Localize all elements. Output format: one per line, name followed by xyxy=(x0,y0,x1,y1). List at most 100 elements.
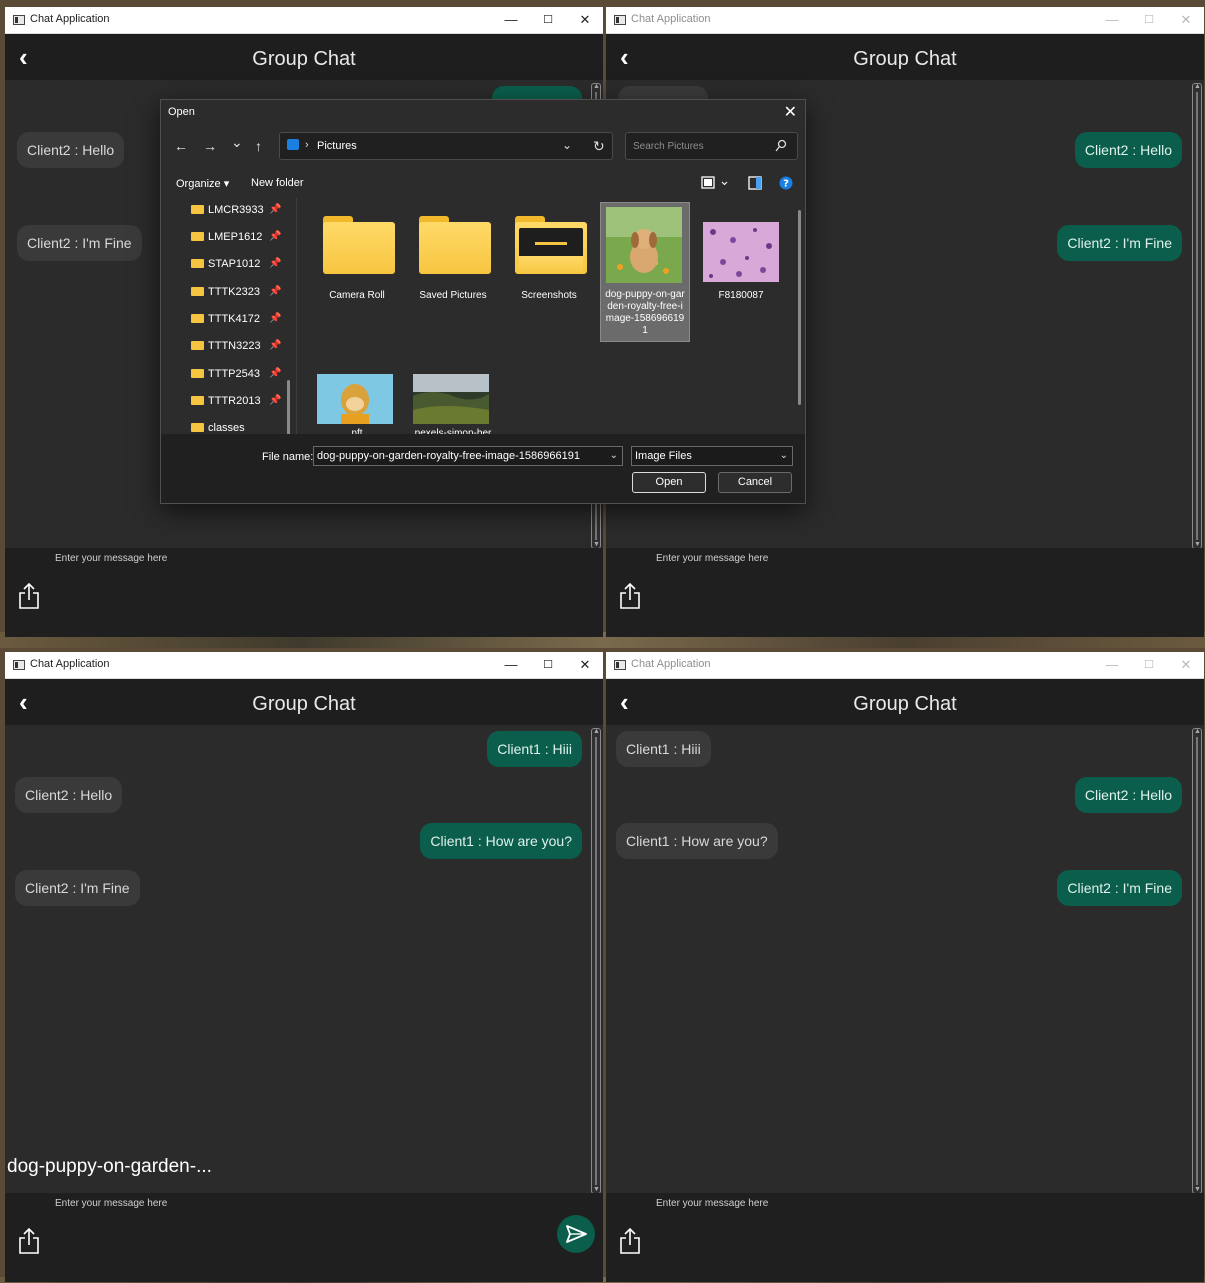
nav-folder-item[interactable]: TTTK4172 📌 xyxy=(191,313,281,329)
close-button[interactable]: ✕ xyxy=(1176,11,1196,29)
file-item-screenshots[interactable]: Screenshots xyxy=(504,202,594,342)
close-button[interactable]: ✕ xyxy=(575,11,595,29)
message-bubble: Client2 : I'm Fine xyxy=(1057,870,1182,906)
message-scrollbar[interactable]: ▲ ▼ xyxy=(1192,83,1202,549)
message-scrollbar[interactable]: ▲ ▼ xyxy=(1192,728,1202,1194)
message-bubble: Client1 : How are you? xyxy=(616,823,778,859)
pin-icon: 📌 xyxy=(269,258,282,269)
share-upload-icon[interactable] xyxy=(17,582,41,610)
search-input[interactable]: Search Pictures xyxy=(625,132,798,160)
folder-icon xyxy=(191,259,204,268)
open-button[interactable]: Open xyxy=(632,472,706,493)
message-input-bar: Enter your message here xyxy=(606,1193,1204,1282)
breadcrumb-pictures[interactable]: Pictures xyxy=(317,140,357,152)
refresh-icon[interactable]: ↻ xyxy=(593,138,605,155)
message-input-bar: Enter your message here xyxy=(5,1193,603,1282)
message-input[interactable]: Enter your message here xyxy=(656,1198,768,1209)
dialog-title: Open xyxy=(168,106,195,118)
chat-window-bottom-right: Chat Application — ☐ ✕ ‹ Group Chat Clie… xyxy=(606,652,1204,1282)
minimize-button[interactable]: — xyxy=(1102,656,1122,674)
title-bar: Chat Application — ☐ ✕ xyxy=(606,7,1204,34)
file-item-camera-roll[interactable]: Camera Roll xyxy=(312,202,402,342)
help-icon[interactable]: ? xyxy=(779,176,793,190)
file-item-saved-pictures[interactable]: Saved Pictures xyxy=(408,202,498,342)
chevron-down-icon[interactable]: ⌄ xyxy=(780,447,788,465)
nav-folder-item[interactable]: TTTP2543 📌 xyxy=(191,368,281,384)
file-type-select[interactable]: Image Files ⌄ xyxy=(631,446,793,466)
minimize-button[interactable]: — xyxy=(501,656,521,674)
dialog-close-icon[interactable]: ✕ xyxy=(784,102,797,122)
message-input-bar: Enter your message here xyxy=(5,548,603,637)
up-arrow-icon[interactable]: ↑ xyxy=(255,138,262,154)
page-title: Group Chat xyxy=(252,48,356,70)
message-scrollbar[interactable]: ▲ ▼ xyxy=(591,728,601,1194)
message-bubble: Client2 : Hello xyxy=(17,132,125,168)
message-list: Client1 : Hiii Client2 : Hello Client1 :… xyxy=(606,725,1204,1193)
message-bubble: Client1 : How are you? xyxy=(420,823,582,859)
forward-arrow-icon[interactable]: → xyxy=(203,138,217,154)
share-upload-icon[interactable] xyxy=(618,582,642,610)
cancel-button[interactable]: Cancel xyxy=(718,472,792,493)
maximize-button[interactable]: ☐ xyxy=(1139,11,1159,29)
recent-locations-icon[interactable]: ⌄ xyxy=(231,134,243,151)
nav-folder-item[interactable]: LMCR3933 📌 xyxy=(191,204,281,220)
message-bubble: Client1 : Hiii xyxy=(487,731,582,767)
minimize-button[interactable]: — xyxy=(1102,11,1122,29)
message-bubble: Client2 : Hello xyxy=(1074,132,1182,168)
close-button[interactable]: ✕ xyxy=(575,656,595,674)
send-button[interactable] xyxy=(557,1215,595,1253)
address-bar[interactable]: › Pictures ⌄ xyxy=(279,132,613,160)
nav-folder-item[interactable]: TTTK2323 📌 xyxy=(191,286,281,302)
folder-icon xyxy=(191,314,204,323)
folder-icon xyxy=(419,216,491,274)
page-title: Group Chat xyxy=(853,693,957,715)
folder-icon xyxy=(191,396,204,405)
pin-icon: 📌 xyxy=(269,368,282,379)
folder-icon xyxy=(191,423,204,432)
folder-icon xyxy=(191,341,204,350)
new-folder-button[interactable]: New folder xyxy=(251,177,304,189)
view-options-icon[interactable] xyxy=(701,176,729,190)
pictures-icon xyxy=(287,139,299,150)
nav-folder-item[interactable]: TTTR2013 📌 xyxy=(191,395,281,411)
organize-menu[interactable]: Organize ▾ xyxy=(176,177,229,190)
share-upload-icon[interactable] xyxy=(618,1227,642,1255)
file-item-f8180087[interactable]: F8180087 xyxy=(696,202,786,342)
nav-folder-item[interactable]: TTTN3223 📌 xyxy=(191,340,281,356)
app-icon xyxy=(614,660,626,670)
maximize-button[interactable]: ☐ xyxy=(538,656,558,674)
file-item-pexels[interactable]: pexels-simon-ber xyxy=(408,366,498,434)
chevron-down-icon[interactable]: ⌄ xyxy=(610,447,618,465)
preview-pane-icon[interactable] xyxy=(748,176,762,190)
nav-folder-item[interactable]: STAP1012 📌 xyxy=(191,258,281,274)
histology-thumbnail xyxy=(703,222,779,282)
nav-folder-item[interactable]: LMEP1612 📌 xyxy=(191,231,281,247)
file-item-dog-puppy[interactable]: dog-puppy-on-garden-royalty-free-image-1… xyxy=(600,202,690,342)
pin-icon: 📌 xyxy=(269,231,282,242)
share-upload-icon[interactable] xyxy=(17,1227,41,1255)
file-item-nft[interactable]: nft xyxy=(312,366,402,434)
folder-icon xyxy=(515,216,587,274)
message-bubble: Client1 : Hiii xyxy=(616,731,711,767)
message-bubble: Client2 : Hello xyxy=(1074,777,1182,813)
page-title: Group Chat xyxy=(853,48,957,70)
maximize-button[interactable]: ☐ xyxy=(1139,656,1159,674)
window-title: Chat Application xyxy=(30,13,110,25)
maximize-button[interactable]: ☐ xyxy=(538,11,558,29)
pin-icon: 📌 xyxy=(269,313,282,324)
send-icon xyxy=(566,1225,587,1243)
chevron-down-icon[interactable]: ⌄ xyxy=(562,138,572,152)
title-bar: Chat Application — ☐ ✕ xyxy=(5,652,603,679)
pin-icon: 📌 xyxy=(269,340,282,351)
message-input[interactable]: Enter your message here xyxy=(55,553,167,564)
minimize-button[interactable]: — xyxy=(501,11,521,29)
message-bubble: Client2 : Hello xyxy=(15,777,123,813)
file-list-scrollbar[interactable] xyxy=(798,210,801,405)
close-button[interactable]: ✕ xyxy=(1176,656,1196,674)
chat-header: ‹ Group Chat xyxy=(606,34,1204,80)
open-file-dialog: Open ✕ ← → ⌄ ↑ › Pictures ⌄ ↻ Search Pic… xyxy=(160,99,806,504)
message-input[interactable]: Enter your message here xyxy=(55,1198,167,1209)
file-name-input[interactable]: dog-puppy-on-garden-royalty-free-image-1… xyxy=(313,446,623,466)
back-arrow-icon[interactable]: ← xyxy=(174,138,188,154)
message-input[interactable]: Enter your message here xyxy=(656,553,768,564)
